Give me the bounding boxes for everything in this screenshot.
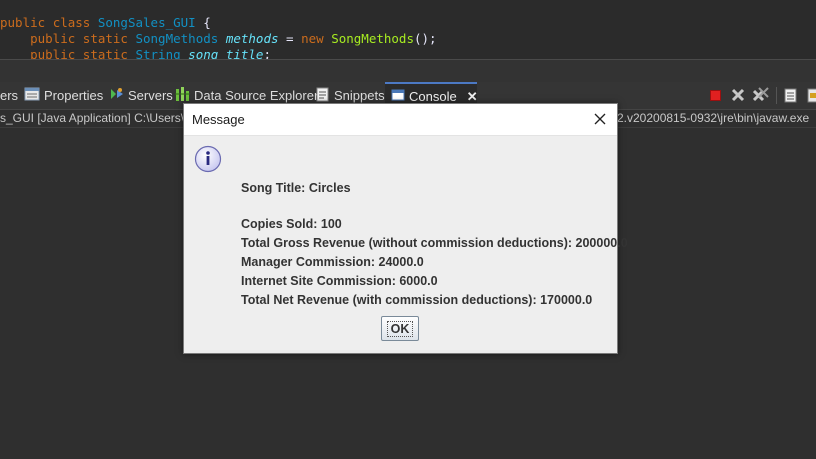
keyword-public: public — [0, 15, 46, 30]
manager-commission-text: Manager Commission: 24000.0 — [241, 255, 424, 269]
song-title-text: Song Title: Circles — [241, 181, 351, 195]
ok-button[interactable]: OK — [381, 316, 419, 341]
keyword-public: public — [30, 31, 76, 46]
clear-console-button[interactable] — [782, 86, 800, 104]
field-name: methods — [225, 31, 279, 46]
tab-label: ers — [0, 88, 19, 103]
dialog-close-button[interactable] — [589, 109, 611, 131]
copies-sold-text: Copies Sold: 100 — [241, 217, 342, 231]
information-icon — [194, 145, 222, 177]
gross-revenue-text: Total Gross Revenue (without commission … — [241, 236, 628, 250]
process-path-left: s_GUI [Java Application] C:\Users\A — [0, 111, 193, 125]
terminate-button[interactable] — [706, 86, 724, 104]
servers-icon — [108, 87, 128, 104]
scroll-lock-button[interactable] — [804, 86, 816, 104]
tab-label: Servers — [128, 88, 173, 103]
code-line-title-field: public static String song title; — [0, 46, 271, 60]
message-dialog: Message Song Title: Circles Copies Sold:… — [183, 103, 628, 354]
close-icon — [594, 113, 606, 128]
ok-button-label: OK — [386, 320, 414, 337]
toolbar-separator — [776, 87, 777, 104]
type-name: SongMethods — [135, 31, 219, 46]
tab-label: Data Source Explorer — [194, 88, 319, 103]
keyword-class: class — [52, 15, 91, 30]
code-line-methods-field: public static SongMethods methods = new … — [0, 30, 437, 47]
dialog-titlebar[interactable]: Message — [184, 104, 617, 136]
tab-label: Console — [409, 89, 457, 104]
tab-markers[interactable]: ers — [0, 82, 18, 109]
keyword-static: static — [82, 31, 128, 46]
tab-servers[interactable]: Servers — [108, 82, 173, 109]
code-line-class-declaration: public class SongSales_GUI { — [0, 14, 211, 31]
panel-sash[interactable] — [0, 60, 816, 82]
constructor-name: SongMethods — [331, 31, 414, 46]
properties-icon — [24, 87, 44, 104]
dialog-title: Message — [192, 112, 245, 127]
code-editor[interactable]: public class SongSales_GUI { public stat… — [0, 0, 816, 60]
keyword-new: new — [301, 31, 324, 46]
net-revenue-text: Total Net Revenue (with commission deduc… — [241, 293, 593, 307]
tab-label: Properties — [44, 88, 104, 103]
tab-properties[interactable]: Properties — [24, 82, 103, 109]
remove-launch-button[interactable] — [729, 86, 747, 104]
tab-label: Snippets — [334, 88, 385, 103]
class-name: SongSales_GUI — [97, 15, 196, 30]
site-commission-text: Internet Site Commission: 6000.0 — [241, 274, 438, 288]
remove-all-terminated-button[interactable] — [752, 86, 770, 104]
call-end: (); — [414, 31, 437, 46]
process-path-right: 2.v20200815-0932\jre\bin\javaw.exe — [617, 111, 810, 125]
brace: { — [203, 15, 211, 30]
snippets-icon — [315, 87, 334, 105]
operator: = — [286, 31, 294, 46]
